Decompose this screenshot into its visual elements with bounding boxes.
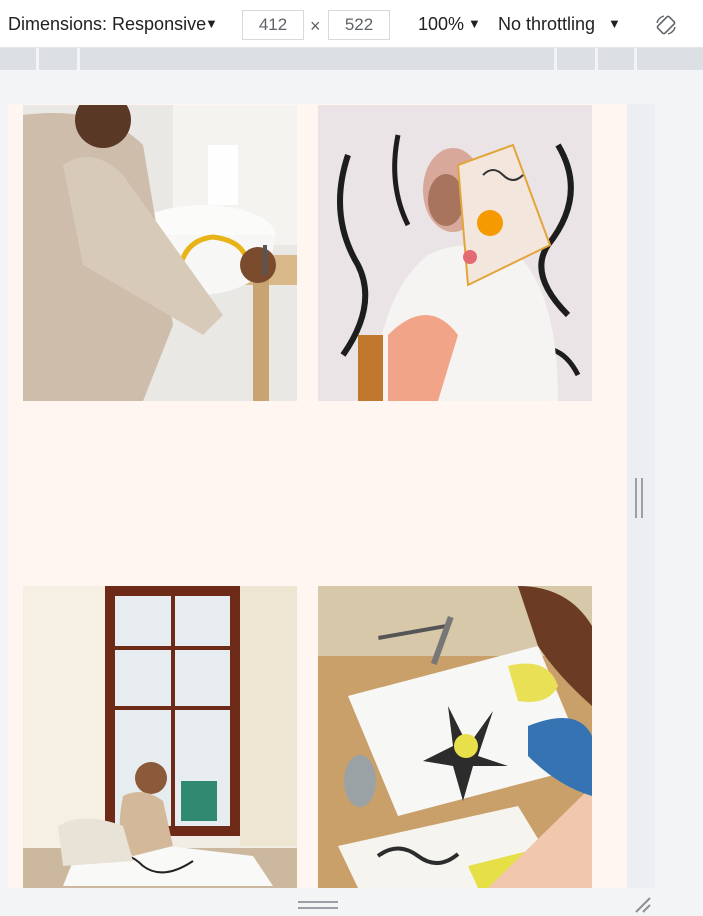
woman-holding-painted-plate-image xyxy=(318,105,592,401)
caret-down-icon[interactable]: ▼ xyxy=(608,16,621,31)
throttling-dropdown[interactable]: No throttling xyxy=(498,14,595,35)
artist-painting-vase-image xyxy=(23,105,297,401)
media-query-segment[interactable] xyxy=(39,48,77,70)
width-input[interactable]: 412 xyxy=(242,10,304,40)
resize-handle-icon[interactable] xyxy=(298,901,338,911)
painting-artworks-on-floor-image xyxy=(318,586,592,888)
zoom-dropdown[interactable]: 100% xyxy=(418,14,464,35)
resize-handle-icon[interactable] xyxy=(634,478,644,518)
media-query-segment[interactable] xyxy=(598,48,634,70)
rotate-device-icon[interactable] xyxy=(654,13,678,37)
resize-corner-icon[interactable] xyxy=(632,894,652,914)
device-toolbar: Dimensions: Responsive ▼ 412 × 522 100% … xyxy=(0,0,703,48)
media-query-segment[interactable] xyxy=(637,48,703,70)
height-input[interactable]: 522 xyxy=(328,10,390,40)
caret-down-icon[interactable]: ▼ xyxy=(468,16,481,31)
woman-drawing-on-floor-image xyxy=(23,586,297,888)
dimensions-dropdown[interactable]: Dimensions: Responsive xyxy=(8,14,206,35)
dimension-separator: × xyxy=(310,16,321,36)
media-query-bar xyxy=(0,48,703,72)
media-query-segment[interactable] xyxy=(0,48,36,70)
emulated-viewport xyxy=(8,104,627,888)
caret-down-icon[interactable]: ▼ xyxy=(205,16,218,31)
media-query-segment[interactable] xyxy=(80,48,554,70)
media-query-segment[interactable] xyxy=(557,48,595,70)
